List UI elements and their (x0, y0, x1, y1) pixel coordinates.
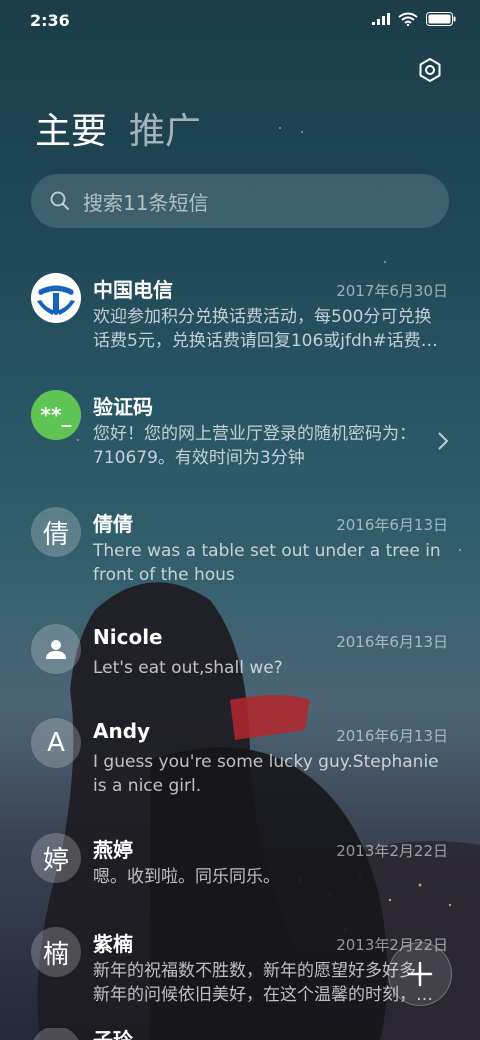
plus-icon (407, 961, 433, 987)
contact-name: 子玲 (93, 1028, 133, 1040)
message-date: 2016年6月13日 (336, 633, 448, 651)
contact-name: 紫楠 (93, 932, 133, 956)
message-date: 2017年6月30日 (336, 282, 448, 300)
message-preview: I guess you're some lucky guy.Stephanie … (93, 752, 439, 796)
message-date: 2016年6月13日 (336, 727, 448, 745)
wifi-icon (398, 12, 418, 26)
search-bar[interactable]: 搜索11条短信 (31, 174, 449, 228)
contact-name: 燕婷 (93, 838, 133, 862)
conversation-item[interactable]: **_ 验证码 您好！您的网上营业厅登录的随机密码为： 710679。有效时间为… (0, 377, 480, 477)
person-icon (46, 640, 66, 659)
contact-name: 倩倩 (93, 512, 133, 536)
settings-button[interactable] (414, 54, 446, 86)
search-placeholder: 搜索11条短信 (83, 190, 209, 215)
contact-name: Nicole (93, 625, 163, 649)
avatar (31, 273, 81, 323)
message-preview: There was a table set out under a tree i… (93, 541, 441, 585)
message-preview: Let's eat out,shall we? (93, 658, 283, 678)
message-date: 2013年2月22日 (336, 842, 448, 860)
conversation-item[interactable]: 婷 燕婷 2013年2月22日 嗯。收到啦。同乐同乐。 (0, 820, 480, 920)
chevron-right-icon[interactable] (436, 431, 450, 451)
avatar (31, 624, 81, 674)
china-telecom-logo (32, 274, 80, 322)
avatar: A (31, 718, 81, 768)
conversation-item[interactable]: A Andy 2016年6月13日 I guess you're some lu… (0, 705, 480, 805)
new-message-button[interactable] (388, 942, 452, 1006)
tab-bar: 主要 推广 (35, 110, 201, 154)
search-icon (50, 191, 69, 210)
tab-main[interactable]: 主要 (35, 110, 107, 154)
conversation-item[interactable]: Nicole 2016年6月13日 Let's eat out,shall we… (0, 611, 480, 711)
avatar: 楠 (31, 927, 81, 977)
message-preview: 嗯。收到啦。同乐同乐。 (93, 867, 280, 887)
avatar-text: 楠 (42, 939, 69, 970)
avatar-text: 婷 (42, 845, 69, 876)
status-bar: 2:36 (0, 0, 480, 44)
contact-name: Andy (93, 719, 151, 743)
message-preview: 欢迎参加积分兑换话费活动，每500分可兑换 话费5元，兑换话费请回复106或jf… (93, 307, 438, 351)
avatar: 婷 (31, 833, 81, 883)
avatar (31, 1028, 81, 1040)
message-date: 2016年6月13日 (336, 516, 448, 534)
conversation-item[interactable]: 倩 倩倩 2016年6月13日 There was a table set ou… (0, 494, 480, 594)
contact-name: 中国电信 (93, 278, 173, 302)
avatar-text: **_ (40, 403, 72, 427)
settings-icon (419, 58, 441, 82)
conversation-item[interactable]: 中国电信 2017年6月30日 欢迎参加积分兑换话费活动，每500分可兑换 话费… (0, 260, 480, 360)
status-icons (372, 12, 456, 26)
avatar-text: A (47, 728, 65, 758)
avatar-text: 倩 (42, 519, 69, 550)
avatar: **_ (31, 390, 81, 440)
signal-icon (372, 13, 390, 25)
conversation-item[interactable]: 子玲 (0, 1028, 480, 1040)
contact-name: 验证码 (93, 395, 153, 419)
battery-icon (426, 12, 456, 26)
tab-promotion[interactable]: 推广 (129, 110, 201, 154)
avatar: 倩 (31, 507, 81, 557)
message-preview: 您好！您的网上营业厅登录的随机密码为： 710679。有效时间为3分钟 (93, 424, 416, 468)
status-time: 2:36 (30, 11, 70, 30)
